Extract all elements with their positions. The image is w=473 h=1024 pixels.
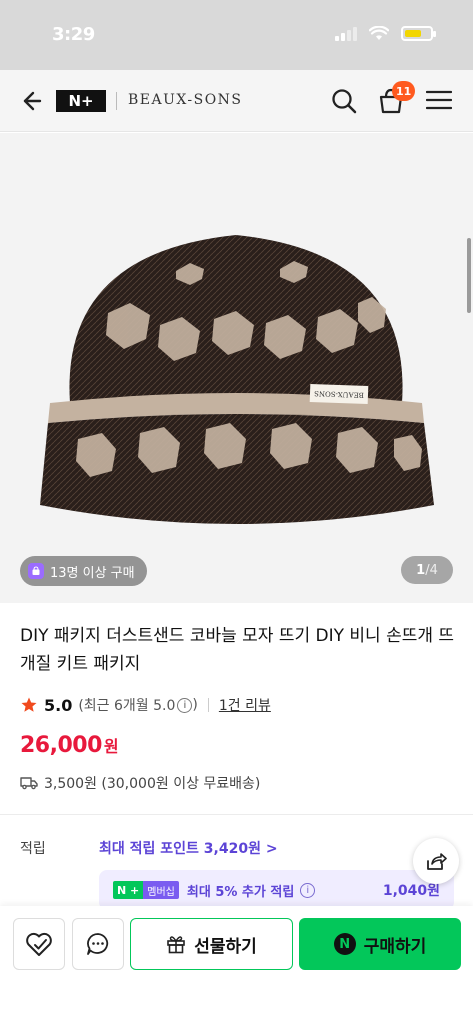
membership-points-box[interactable]: N + 멤버십 최대 5% 추가 적립 i 1,040원	[99, 870, 454, 910]
group-buy-chip[interactable]: 13명 이상 구매	[20, 556, 147, 586]
pager-current: 1	[416, 562, 426, 578]
image-pager: 1 /4	[401, 556, 453, 584]
gift-button[interactable]: 선물하기	[130, 918, 293, 970]
points-label: 적립	[20, 841, 46, 857]
share-button[interactable]	[413, 838, 459, 884]
membership-info-icon[interactable]: i	[300, 882, 316, 898]
delivery-truck-icon	[20, 777, 38, 790]
shopping-bag-icon	[28, 563, 44, 579]
page-scrollbar[interactable]	[467, 238, 471, 313]
shipping-fee-text: 3,500원 (30,000원 이상 무료배송)	[44, 776, 261, 792]
pager-total: /4	[425, 562, 438, 578]
star-icon	[21, 697, 37, 712]
brand-divider	[116, 92, 117, 110]
buy-button[interactable]: N 구매하기	[299, 918, 461, 970]
status-indicators	[335, 26, 436, 41]
shipping-row: 3,500원 (30,000원 이상 무료배송)	[20, 773, 260, 793]
hamburger-menu-icon[interactable]	[426, 89, 452, 111]
section-divider	[0, 814, 473, 815]
naver-pay-icon: N	[333, 933, 356, 955]
status-time: 3:29	[52, 24, 95, 45]
price-row: 26,000 원	[20, 733, 119, 758]
back-button[interactable]	[16, 86, 46, 116]
info-icon[interactable]: i	[177, 697, 193, 713]
app-header: N+ BEAUX-SONS 11	[0, 70, 473, 132]
beanie-hat-image: BEAUX-SONS	[40, 235, 434, 524]
buy-button-label: 구매하기	[363, 936, 427, 957]
product-price: 26,000	[20, 733, 102, 758]
naver-plus-membership-logo: N + 멤버십	[113, 881, 179, 899]
rating-score: 5.0	[44, 695, 73, 715]
rating-detail-close: )	[192, 697, 198, 713]
rating-divider	[207, 698, 209, 712]
product-image-carousel[interactable]: BEAUX-SONS 13명 이상 구매 1 /4	[0, 133, 473, 603]
naver-plus-mark: N +	[113, 881, 144, 899]
gift-button-label: 선물하기	[194, 936, 257, 957]
gift-icon	[167, 936, 186, 954]
share-icon	[427, 853, 447, 870]
store-brand-name[interactable]: BEAUX-SONS	[128, 92, 243, 108]
membership-rate: 최대 5% 추가 적립	[186, 884, 295, 900]
cart-count-badge: 11	[392, 81, 416, 101]
status-bar: 3:29	[0, 0, 473, 70]
chat-bubble-icon	[87, 933, 109, 955]
rating-row: 5.0 (최근 6개월 5.0 i ) 1건 리뷰	[20, 695, 271, 715]
search-icon[interactable]	[330, 87, 358, 115]
battery-icon	[401, 26, 436, 41]
wishlist-button[interactable]	[13, 918, 65, 970]
membership-tag: 멤버십	[143, 881, 179, 899]
bottom-action-bar: 선물하기 N 구매하기	[0, 906, 473, 1024]
group-buy-text: 13명 이상 구매	[50, 565, 135, 581]
heart-check-icon	[26, 932, 52, 956]
signal-icon	[335, 26, 357, 41]
review-count-link[interactable]: 1건 리뷰	[219, 695, 271, 715]
max-points-link[interactable]: 최대 적립 포인트 3,420원 >	[99, 838, 278, 858]
product-title: DIY 패키지 더스트샌드 코바늘 모자 뜨기 DIY 비니 손뜨개 뜨개질 키…	[20, 626, 455, 674]
rating-detail: (최근 6개월 5.0	[78, 698, 176, 714]
price-unit: 원	[103, 737, 119, 756]
talk-talk-button[interactable]	[72, 918, 124, 970]
wifi-icon	[369, 26, 389, 40]
naver-plus-logo[interactable]: N+	[56, 90, 106, 112]
